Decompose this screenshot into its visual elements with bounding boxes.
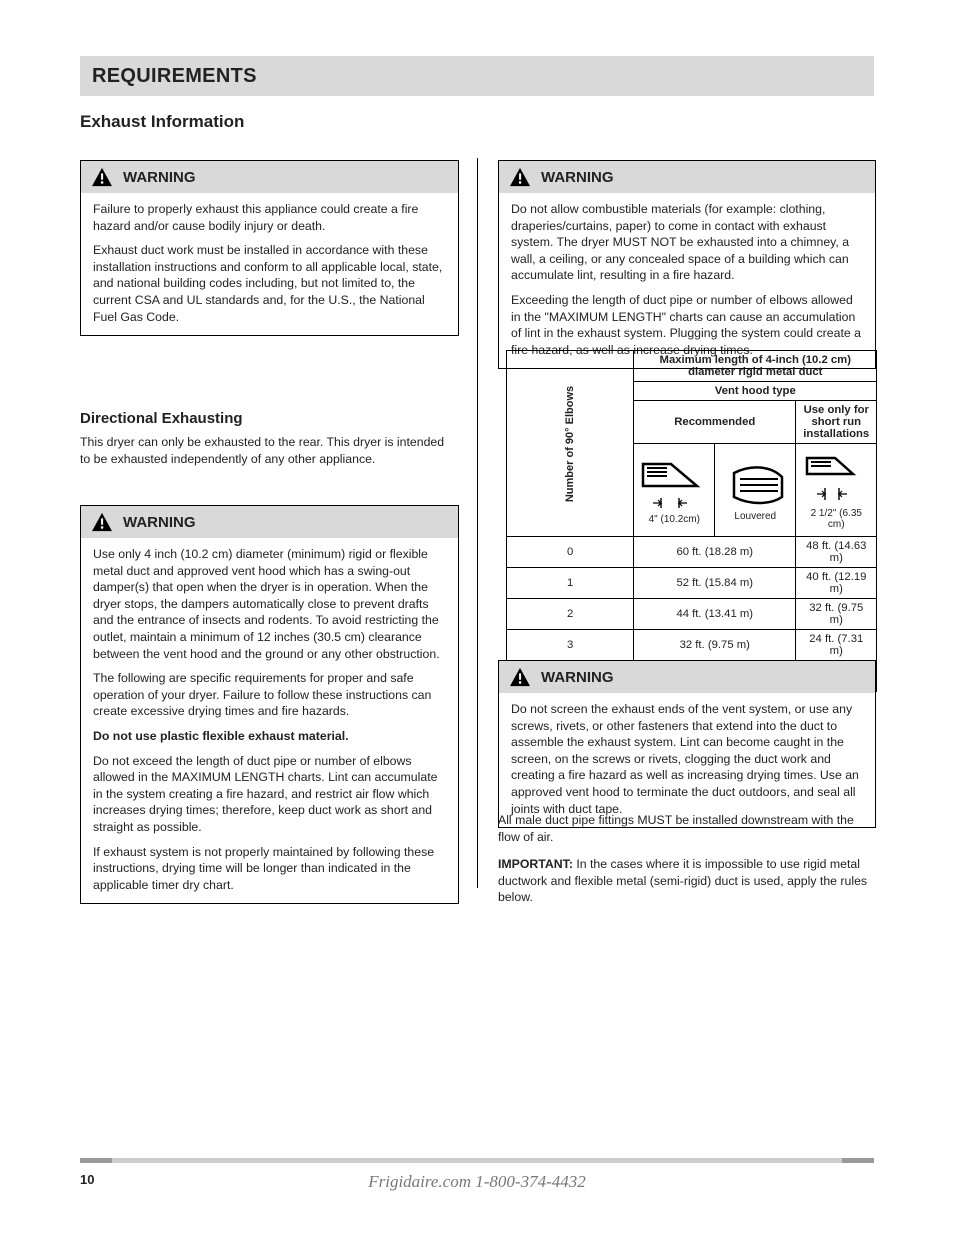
table-header-row: Maximum length of 4-inch (10.2 cm) diame… — [634, 351, 877, 382]
warning-text: Exceeding the length of duct pipe or num… — [511, 292, 863, 358]
body-paragraph: All male duct pipe fittings MUST be inst… — [498, 812, 874, 845]
warning-box-2: WARNING Use only 4 inch (10.2 cm) diamet… — [80, 505, 459, 904]
warning-header: WARNING — [81, 161, 458, 193]
footer-brand: Frigidaire.com 1-800-374-4432 — [0, 1172, 954, 1192]
warning-text: Exhaust duct work must be installed in a… — [93, 242, 446, 325]
warning-text: Do not exceed the length of duct pipe or… — [93, 753, 446, 836]
table-subheader: Recommended — [634, 401, 796, 444]
warning-text: If exhaust system is not properly mainta… — [93, 844, 446, 894]
warning-text: Do not use plastic flexible exhaust mate… — [93, 728, 446, 745]
warning-body: Failure to properly exhaust this applian… — [81, 193, 458, 335]
vent-hood-diagram-cell: 2 1/2" (6.35 cm) — [796, 444, 877, 537]
table-row: 244 ft. (13.41 m)32 ft. (9.75 m) — [507, 599, 877, 630]
warning-body: Use only 4 inch (10.2 cm) diameter (mini… — [81, 538, 458, 903]
warning-icon — [509, 167, 531, 187]
vent-hood-c-icon — [801, 450, 871, 508]
max-length-table: Number of 90° Elbows Maximum length of 4… — [506, 350, 877, 692]
warning-box-3: WARNING Do not allow combustible materia… — [498, 160, 876, 369]
subsection-heading: Directional Exhausting — [80, 410, 457, 427]
warning-text: Failure to properly exhaust this applian… — [93, 201, 446, 234]
warning-header: WARNING — [499, 661, 875, 693]
table-subheader: Use only for short run installations — [796, 401, 877, 444]
warning-header: WARNING — [499, 161, 875, 193]
warning-title: WARNING — [541, 169, 614, 186]
warning-box-4: WARNING Do not screen the exhaust ends o… — [498, 660, 876, 828]
table-row: 332 ft. (9.75 m)24 ft. (7.31 m) — [507, 630, 877, 661]
vent-hood-a-icon — [639, 456, 709, 514]
section-subtitle: Exhaust Information — [80, 112, 874, 132]
table-row: 152 ft. (15.84 m)40 ft. (12.19 m) — [507, 568, 877, 599]
vent-hood-diagram-cell: 4" (10.2cm) — [634, 444, 715, 537]
warning-body: Do not allow combustible materials (for … — [499, 193, 875, 368]
vent-hood-diagram-cell: Louvered — [715, 444, 796, 537]
warning-title: WARNING — [541, 669, 614, 686]
warning-icon — [91, 512, 113, 532]
warning-icon — [91, 167, 113, 187]
table-rotated-header: Number of 90° Elbows — [507, 351, 634, 537]
body-paragraph: This dryer can only be exhausted to the … — [80, 434, 457, 467]
warning-text: The following are specific requirements … — [93, 670, 446, 720]
body-paragraph: IMPORTANT: In the cases where it is impo… — [498, 856, 874, 906]
footer-rule — [80, 1158, 874, 1163]
vent-hood-b-icon — [720, 459, 790, 511]
warning-title: WARNING — [123, 514, 196, 531]
section-banner-title: REQUIREMENTS — [80, 56, 874, 88]
section-banner: REQUIREMENTS — [80, 56, 874, 96]
warning-icon — [509, 667, 531, 687]
warning-title: WARNING — [123, 169, 196, 186]
warning-text: Do not allow combustible materials (for … — [511, 201, 863, 284]
column-divider — [477, 158, 478, 888]
warning-body: Do not screen the exhaust ends of the ve… — [499, 693, 875, 827]
table-row: 060 ft. (18.28 m)48 ft. (14.63 m) — [507, 537, 877, 568]
warning-text: Do not screen the exhaust ends of the ve… — [511, 701, 863, 817]
warning-text: Use only 4 inch (10.2 cm) diameter (mini… — [93, 546, 446, 662]
warning-box-1: WARNING Failure to properly exhaust this… — [80, 160, 459, 336]
warning-header: WARNING — [81, 506, 458, 538]
table-header-row: Vent hood type — [634, 382, 877, 401]
